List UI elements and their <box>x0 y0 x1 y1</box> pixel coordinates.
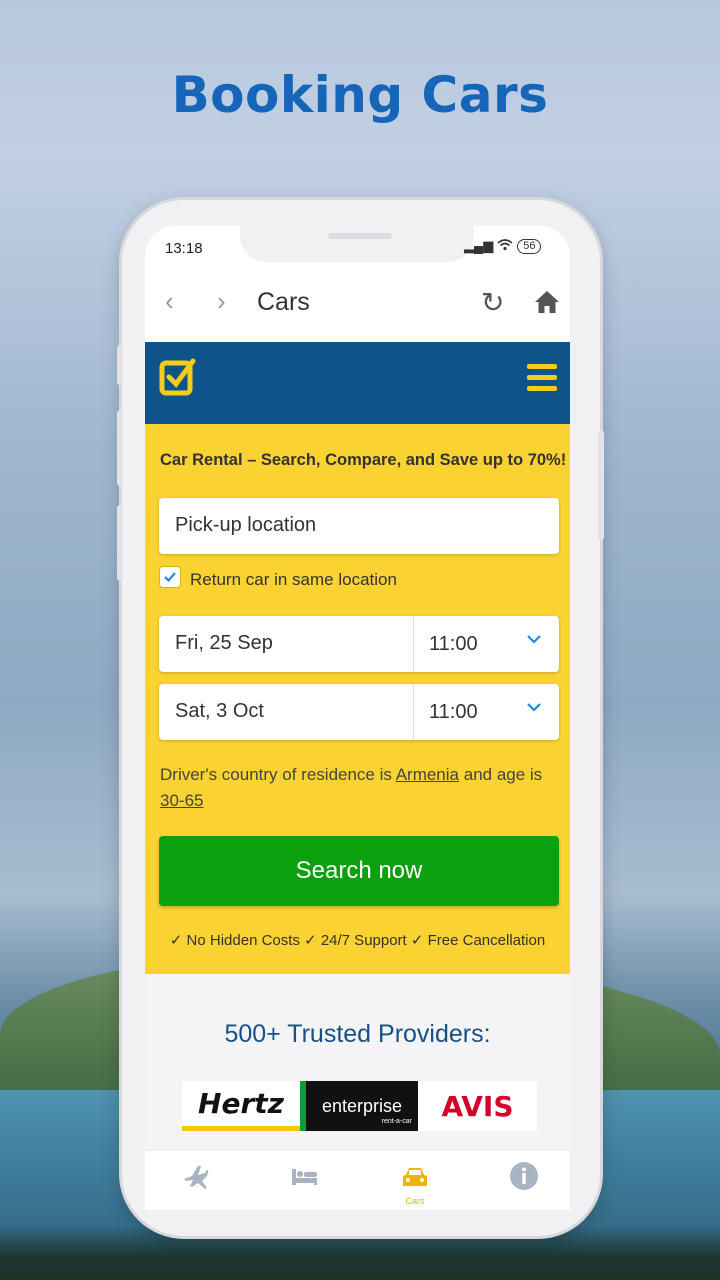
status-icons: ▂▄▆ 56 <box>464 238 542 254</box>
tab-cars[interactable]: Cars <box>385 1163 445 1206</box>
return-same-location-checkbox[interactable] <box>160 567 180 587</box>
residence-mid: and age is <box>463 765 543 784</box>
tab-info[interactable] <box>494 1161 554 1196</box>
chevron-down-icon[interactable] <box>525 630 543 648</box>
checkmark-icon <box>164 572 176 583</box>
residence-prefix: Driver's country of residence is <box>160 765 392 784</box>
enterprise-logo: enterprise rent-a-car <box>300 1081 418 1131</box>
promo-headline: Booking Cars <box>171 66 549 124</box>
residence-country-link[interactable]: Armenia <box>396 765 459 784</box>
pickup-date-row[interactable]: Fri, 25 Sep 11:00 <box>159 616 559 672</box>
hamburger-menu-icon[interactable] <box>527 364 557 396</box>
back-arrow-icon[interactable]: ‹ <box>165 286 174 317</box>
status-time: 13:18 <box>165 240 203 257</box>
divider <box>413 684 414 740</box>
bottom-tab-bar: Cars <box>145 1150 570 1210</box>
pickup-time[interactable]: 11:00 <box>429 633 478 656</box>
tab-hotels[interactable] <box>274 1161 334 1196</box>
tab-flights[interactable] <box>165 1161 225 1196</box>
speaker-grille <box>328 233 392 239</box>
pickup-date[interactable]: Fri, 25 Sep <box>175 632 273 655</box>
divider <box>413 616 414 672</box>
browser-title: Cars <box>257 288 310 316</box>
providers-section: 500+ Trusted Providers: Hertz enterprise… <box>145 974 570 1150</box>
logo-checkbox-icon[interactable] <box>159 356 197 400</box>
avis-logo: AVIS <box>418 1081 537 1131</box>
benefits-text: ✓ No Hidden Costs ✓ 24/7 Support ✓ Free … <box>169 932 546 949</box>
home-icon[interactable] <box>533 288 561 316</box>
return-same-location-label: Return car in same location <box>190 570 397 589</box>
driver-age-link[interactable]: 30-65 <box>160 791 203 810</box>
refresh-icon[interactable]: ↻ <box>481 286 504 319</box>
info-icon <box>510 1162 538 1190</box>
dropoff-date[interactable]: Sat, 3 Oct <box>175 700 264 723</box>
phone-notch <box>240 220 474 262</box>
dropoff-date-row[interactable]: Sat, 3 Oct 11:00 <box>159 684 559 740</box>
site-header <box>145 342 570 424</box>
enterprise-logo-sub: rent-a-car <box>381 1118 412 1125</box>
chevron-down-icon[interactable] <box>525 698 543 716</box>
search-now-button[interactable]: Search now <box>159 836 559 906</box>
bed-icon <box>292 1169 317 1185</box>
phone-power-button <box>598 430 604 540</box>
wifi-icon <box>497 238 513 254</box>
phone-volume-up <box>117 410 123 486</box>
search-form: Car Rental – Search, Compare, and Save u… <box>145 424 570 974</box>
tab-cars-label: Cars <box>405 1196 425 1206</box>
dropoff-time[interactable]: 11:00 <box>429 701 478 724</box>
phone-side-button <box>117 345 123 385</box>
browser-toolbar: ‹ › Cars ↻ <box>145 268 570 342</box>
promo-text: Car Rental – Search, Compare, and Save u… <box>160 451 567 469</box>
driver-residence-text: Driver's country of residence is Armenia… <box>160 762 560 814</box>
signal-icon: ▂▄▆ <box>464 238 494 253</box>
pickup-location-input[interactable]: Pick-up location <box>159 498 559 554</box>
providers-title: 500+ Trusted Providers: <box>224 1020 491 1048</box>
car-icon <box>403 1168 427 1186</box>
forward-arrow-icon[interactable]: › <box>217 286 226 317</box>
battery-indicator: 56 <box>517 238 542 254</box>
airplane-icon <box>184 1166 209 1189</box>
provider-logos: Hertz enterprise rent-a-car AVIS <box>182 1081 537 1131</box>
hertz-logo: Hertz <box>182 1081 300 1131</box>
phone-volume-down <box>117 505 123 581</box>
pickup-location-placeholder: Pick-up location <box>175 514 317 536</box>
enterprise-logo-text: enterprise <box>321 1095 403 1116</box>
